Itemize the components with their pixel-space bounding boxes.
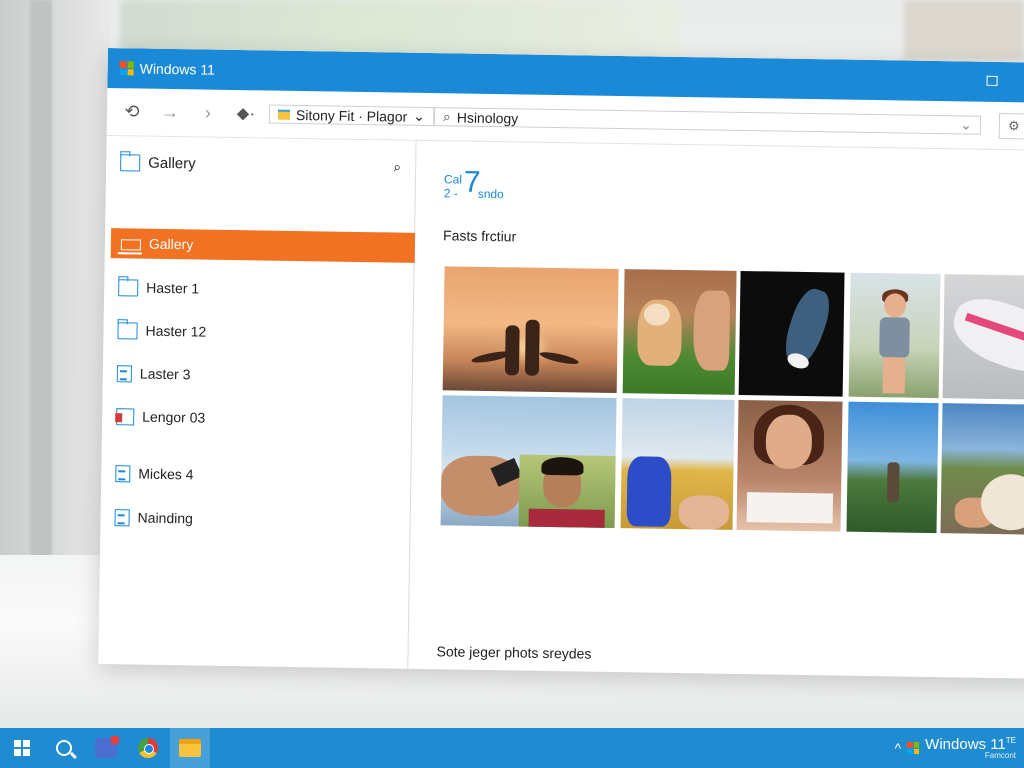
sidebar-item-label: Nainding xyxy=(137,509,194,527)
maximize-button[interactable] xyxy=(986,75,998,86)
sidebar: Gallery ⌕ Gallery Haster 1 Haster 12 Las… xyxy=(98,135,417,669)
path-dropdown[interactable]: Sitony Fit · Plagor ⌄ xyxy=(268,104,435,127)
window-title: Windows 11 xyxy=(139,60,216,78)
taskbar-browser-button[interactable] xyxy=(128,728,168,768)
tray-brand: Windows 11 xyxy=(925,735,1006,753)
start-button[interactable] xyxy=(2,728,42,768)
sidebar-item-gallery[interactable]: Gallery xyxy=(110,228,416,263)
folder-icon xyxy=(118,278,139,297)
sidebar-item-nainding[interactable]: Nainding xyxy=(100,502,404,537)
sidebar-item-label: Laster 3 xyxy=(139,365,191,383)
photo-thumbnail[interactable] xyxy=(942,274,1024,400)
back-icon[interactable]: ⟲ xyxy=(117,101,147,122)
photo-thumbnail[interactable] xyxy=(846,401,939,534)
search-value: Hsinology xyxy=(456,108,519,126)
photo-thumbnail[interactable] xyxy=(848,272,941,399)
app-window: Windows 11 ⟲ → › ⬥· Sitony Fit · Plagor … xyxy=(98,48,1024,679)
sidebar-item-label: Mickes 4 xyxy=(138,465,194,483)
background-window-frame xyxy=(0,0,110,560)
background-window-post xyxy=(30,0,52,560)
monitor-icon xyxy=(117,321,138,339)
photo-thumbnail[interactable] xyxy=(442,266,619,394)
photo-thumbnail[interactable] xyxy=(518,454,616,529)
count-label: Cal xyxy=(443,172,463,187)
dropdown-icon[interactable]: ⌄ xyxy=(960,116,972,133)
sidebar-header: Gallery ⌕ xyxy=(106,136,416,176)
search-icon: ⌕ xyxy=(442,108,451,125)
share-icon[interactable]: ⬥· xyxy=(231,103,261,124)
taskbar-search-button[interactable] xyxy=(44,728,84,768)
path-text: Sitony Fit · Plagor xyxy=(295,106,408,125)
sidebar-item-label: Haster 12 xyxy=(145,322,207,340)
browser-icon xyxy=(138,738,158,758)
file-icon xyxy=(114,508,130,526)
sidebar-item-haster-1[interactable]: Haster 1 xyxy=(104,272,408,307)
sidebar-item-label: Haster 1 xyxy=(146,279,200,297)
search-icon xyxy=(56,740,72,756)
laptop-icon xyxy=(120,238,142,251)
document-icon xyxy=(116,364,133,382)
app-icon xyxy=(95,736,119,758)
settings-icon[interactable]: ⚙ xyxy=(998,112,1024,139)
tray-sub: Famcont xyxy=(984,750,1016,760)
folder-icon xyxy=(277,109,291,120)
taskbar-explorer-button[interactable] xyxy=(170,728,210,768)
sidebar-item-lengor-03[interactable]: Lengor 03 xyxy=(102,401,406,436)
photo-thumbnail[interactable] xyxy=(940,403,1024,535)
taskbar-app-button[interactable] xyxy=(86,728,126,768)
main-content: Cal 7 2 - sndo Fasts frctiur Sote jeger … xyxy=(416,141,1024,679)
forward-icon[interactable]: → xyxy=(155,102,185,123)
chevron-up-icon[interactable]: ^ xyxy=(895,740,902,756)
search-icon[interactable]: ⌕ xyxy=(393,158,401,175)
footer-text: Sote jeger phots sreydes xyxy=(436,643,592,662)
file-explorer-icon xyxy=(179,739,201,757)
file-icon xyxy=(115,464,131,482)
windows-logo-icon xyxy=(14,740,30,756)
document-icon xyxy=(116,407,135,425)
windows-logo-icon xyxy=(907,742,920,754)
sidebar-item-laster-3[interactable]: Laster 3 xyxy=(103,358,407,393)
address-bar: Sitony Fit · Plagor ⌄ ⌕ Hsinology ⌄ xyxy=(268,104,982,135)
background-wall xyxy=(904,0,1024,60)
photo-thumbnail[interactable] xyxy=(738,270,845,397)
tray-brand-sup: TE xyxy=(1005,735,1016,745)
section-title: Fasts frctiur xyxy=(442,227,517,245)
photo-thumbnail[interactable] xyxy=(736,399,843,532)
sidebar-item-haster-12[interactable]: Haster 12 xyxy=(103,315,407,350)
windows-logo-icon xyxy=(119,61,134,76)
count-suffix: sndo xyxy=(477,186,504,202)
chevron-down-icon: ⌄ xyxy=(413,107,426,124)
item-count: Cal 7 2 - sndo xyxy=(443,166,504,202)
system-tray: ^ Windows 11TE Famcont xyxy=(895,728,1016,768)
photo-thumbnail[interactable] xyxy=(620,398,735,530)
folder-icon xyxy=(120,154,141,172)
search-field[interactable]: ⌕ Hsinology ⌄ xyxy=(433,107,982,135)
sidebar-header-label: Gallery xyxy=(148,154,196,173)
up-icon[interactable]: › xyxy=(193,102,223,123)
photo-thumbnail[interactable] xyxy=(622,269,737,395)
sidebar-item-mickes-4[interactable]: Mickes 4 xyxy=(101,458,405,493)
sidebar-item-label: Lengor 03 xyxy=(142,408,206,426)
sidebar-item-label: Gallery xyxy=(148,235,194,253)
taskbar: ^ Windows 11TE Famcont xyxy=(0,728,1024,768)
